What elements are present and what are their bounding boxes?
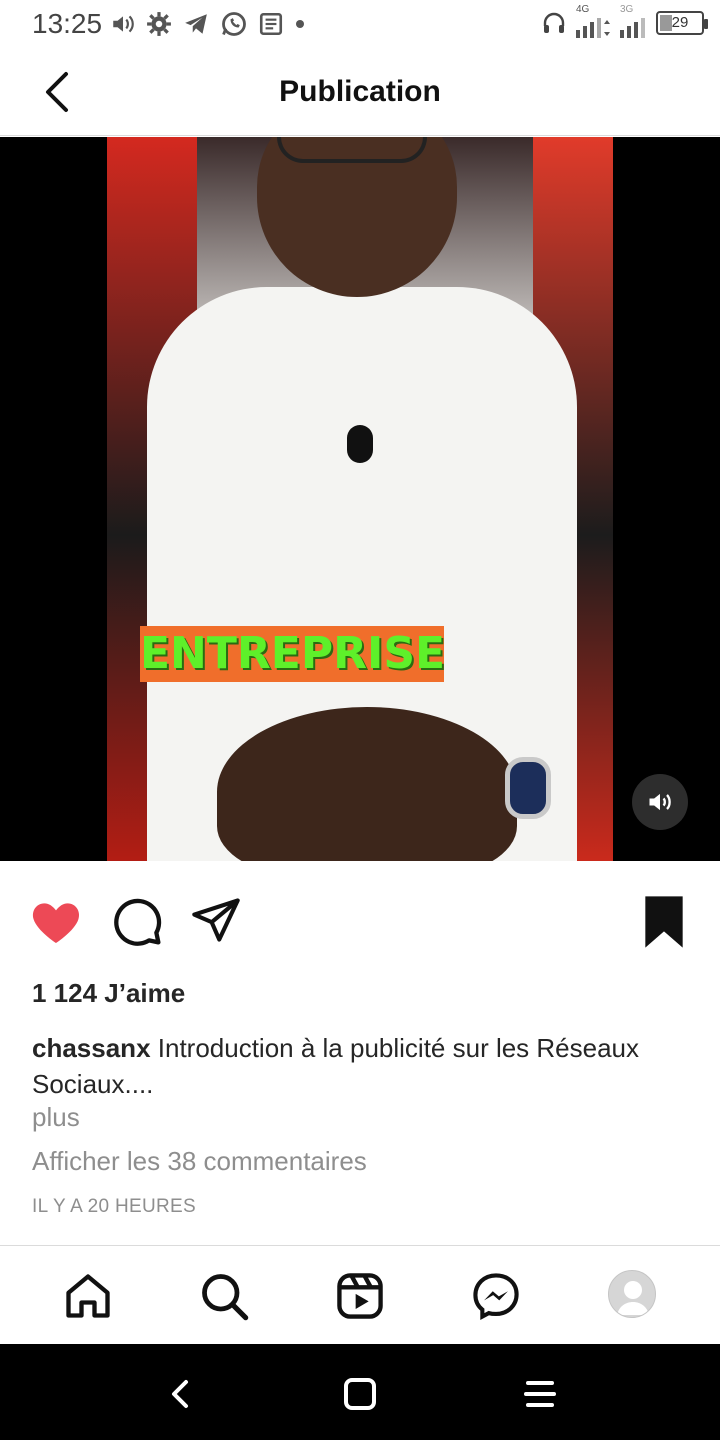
- sound-toggle-button[interactable]: [632, 774, 688, 830]
- headphones-icon: [543, 12, 565, 33]
- share-icon: [192, 898, 240, 942]
- system-back-button[interactable]: [160, 1374, 200, 1414]
- tab-profile-avatar[interactable]: [608, 1270, 656, 1318]
- heart-icon: [32, 903, 80, 943]
- battery-indicator: 29: [656, 11, 708, 35]
- reels-icon: [337, 1273, 383, 1319]
- status-time: 13:25: [32, 8, 103, 39]
- status-bar: 13:25 4G 3G 29: [0, 0, 720, 50]
- back-icon: [172, 1380, 188, 1408]
- profile-avatar-icon: [617, 1281, 649, 1315]
- save-button[interactable]: [640, 894, 696, 950]
- tab-search[interactable]: [198, 1270, 250, 1322]
- bookmark-icon: [645, 896, 683, 948]
- caption-username[interactable]: chassanx: [32, 1033, 151, 1063]
- signal-3g: 3G: [620, 4, 646, 38]
- tab-home[interactable]: [62, 1270, 114, 1322]
- video-person-glasses: [277, 137, 427, 163]
- post-timestamp: IL Y A 20 HEURES: [32, 1196, 196, 1217]
- status-system-icons: 4G 3G 29: [542, 4, 708, 38]
- video-watch: [505, 757, 551, 819]
- tab-reels[interactable]: [334, 1270, 386, 1322]
- video-player[interactable]: ENTREPRISE: [107, 137, 613, 861]
- network-4g-label: 4G: [576, 4, 590, 15]
- comment-icon: [114, 898, 162, 946]
- dot-icon: [296, 20, 304, 28]
- more-link[interactable]: plus: [32, 1102, 80, 1133]
- post-caption: chassanx Introduction à la publicité sur…: [32, 1030, 692, 1102]
- system-navigation-bar: [0, 1344, 720, 1440]
- video-overlay-text: ENTREPRISE: [140, 626, 445, 682]
- comment-button[interactable]: [110, 894, 166, 950]
- signal-icon: [620, 18, 645, 38]
- bottom-tab-bar: [0, 1245, 720, 1344]
- volume-icon: [113, 15, 134, 33]
- battery-level: 29: [671, 14, 689, 31]
- search-icon: [202, 1274, 249, 1321]
- post-actions: [0, 862, 720, 982]
- news-icon: [259, 12, 283, 36]
- video-microphone: [347, 425, 373, 463]
- signal-4g: 4G: [576, 4, 610, 38]
- view-comments-link[interactable]: Afficher les 38 commentaires: [32, 1146, 367, 1177]
- header: Publication: [0, 50, 720, 136]
- status-notification-icons: [110, 10, 306, 38]
- messenger-icon: [473, 1273, 519, 1321]
- like-button[interactable]: [28, 894, 84, 950]
- system-home-button[interactable]: [340, 1374, 380, 1414]
- home-square-icon: [344, 1378, 376, 1410]
- post-media[interactable]: ENTREPRISE: [0, 137, 720, 861]
- whatsapp-icon: [222, 12, 246, 36]
- battery-fill: [660, 15, 672, 31]
- telegram-icon: [185, 14, 207, 34]
- likes-count[interactable]: 1 124 J’aime: [32, 978, 185, 1009]
- share-button[interactable]: [190, 894, 246, 950]
- page-title: Publication: [279, 75, 441, 108]
- settings-icon: [147, 12, 171, 36]
- tab-messenger[interactable]: [470, 1270, 522, 1322]
- network-3g-label: 3G: [620, 4, 634, 15]
- menu-icon: [524, 1381, 556, 1407]
- home-icon: [66, 1274, 110, 1318]
- signal-icon: [576, 18, 610, 38]
- system-menu-button[interactable]: [520, 1374, 560, 1414]
- volume-icon: [649, 793, 671, 811]
